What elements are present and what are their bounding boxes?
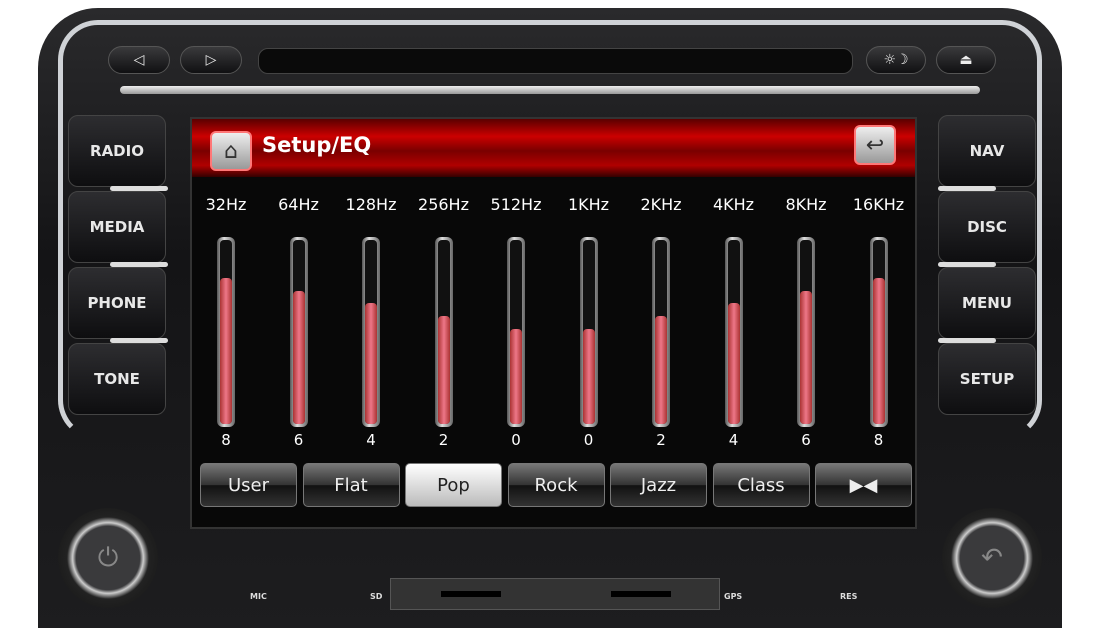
slider-track — [655, 240, 667, 424]
preset-balance-button[interactable]: ▶◀ — [815, 463, 912, 507]
slider-track — [800, 240, 812, 424]
slider-track — [437, 240, 450, 424]
button-radio[interactable]: RADIO — [68, 115, 166, 187]
band-frequency-label: 16KHz — [852, 195, 905, 214]
eject-icon: ⏏ — [959, 52, 973, 68]
touch-screen: ⌂ Setup/EQ ↩ 32Hz 8 64Hz 6 128Hz 4 256Hz 2 512Hz… — [190, 117, 917, 529]
eq-slider-128hz[interactable] — [362, 237, 380, 427]
mic-label: MIC — [250, 592, 267, 601]
eq-slider-32hz[interactable] — [217, 237, 235, 427]
button-media[interactable]: MEDIA — [68, 191, 166, 263]
slider-track — [510, 240, 522, 424]
band-frequency-label: 256Hz — [418, 195, 469, 214]
slider-track — [292, 240, 305, 424]
slider-level-fill — [510, 328, 522, 424]
slider-level-fill — [220, 278, 232, 424]
preset-rock-button[interactable]: Rock — [507, 463, 605, 507]
band-frequency-label: 8KHz — [785, 195, 827, 214]
band-frequency-label: 512Hz — [490, 195, 542, 214]
preset-jazz-button[interactable]: Jazz — [610, 463, 707, 507]
home-button[interactable]: ⌂ — [210, 131, 252, 171]
gps-label: GPS — [724, 592, 743, 601]
res-label: RES — [840, 592, 858, 601]
preset-class-button[interactable]: Class — [712, 463, 810, 507]
button-menu[interactable]: MENU — [938, 267, 1036, 339]
preset-pop-button[interactable]: Pop — [405, 463, 502, 507]
eq-slider-512hz[interactable] — [507, 237, 525, 427]
band-frequency-label: 2KHz — [640, 195, 682, 214]
button-tone[interactable]: TONE — [68, 343, 166, 415]
power-icon: ⏻ — [97, 542, 119, 573]
trim-bar — [120, 86, 980, 94]
band-value: 2 — [438, 431, 449, 449]
band-frequency-label: 32Hz — [205, 195, 247, 214]
slider-level-fill — [292, 290, 305, 424]
preset-user-button[interactable]: User — [200, 463, 297, 507]
gps-slot — [611, 591, 671, 597]
band-value: 0 — [583, 431, 594, 449]
slider-level-fill — [800, 290, 812, 424]
eq-slider-256hz[interactable] — [434, 237, 453, 427]
eq-slider-16khz[interactable] — [869, 237, 888, 427]
next-icon: ▷ — [205, 52, 217, 68]
band-frequency-label: 4KHz — [712, 195, 755, 214]
band-value: 8 — [221, 431, 231, 449]
button-setup[interactable]: SETUP — [938, 343, 1036, 415]
slider-track — [220, 240, 232, 424]
eq-slider-8khz[interactable] — [797, 237, 815, 427]
band-value: 6 — [801, 431, 811, 449]
band-value: 8 — [873, 431, 884, 449]
slider-level-fill — [655, 316, 667, 424]
slider-level-fill — [872, 278, 885, 424]
slider-track — [727, 240, 740, 424]
band-frequency-label: 64Hz — [278, 195, 319, 214]
card-slot-cover[interactable] — [390, 578, 720, 610]
back-button[interactable]: ↩ — [854, 125, 896, 165]
brightness-button[interactable]: ☼☽ — [866, 46, 926, 74]
slider-level-fill — [437, 316, 450, 424]
band-frequency-label: 128Hz — [345, 195, 397, 214]
band-frequency-label: 1KHz — [567, 195, 610, 214]
page-title: Setup/EQ — [262, 133, 372, 157]
eject-button[interactable]: ⏏ — [936, 46, 996, 74]
eq-slider-4khz[interactable] — [724, 237, 743, 427]
button-nav[interactable]: NAV — [938, 115, 1036, 187]
sd-slot — [441, 591, 501, 597]
button-disc[interactable]: DISC — [938, 191, 1036, 263]
slider-track — [365, 240, 377, 424]
eq-slider-64hz[interactable] — [289, 237, 308, 427]
slider-track — [872, 240, 885, 424]
next-button[interactable]: ▷ — [180, 46, 242, 74]
band-value: 6 — [293, 431, 304, 449]
slider-level-fill — [727, 303, 740, 424]
prev-icon: ◁ — [133, 52, 145, 68]
disc-slot — [258, 48, 853, 74]
home-icon: ⌂ — [224, 138, 238, 164]
slider-level-fill — [582, 328, 595, 424]
slider-track — [582, 240, 595, 424]
brightness-icon: ☼☽ — [883, 52, 909, 68]
preset-flat-button[interactable]: Flat — [302, 463, 400, 507]
band-value: 2 — [656, 431, 666, 449]
tune-icon: ↶ — [981, 543, 1003, 573]
slider-level-fill — [365, 303, 377, 424]
eq-slider-1khz[interactable] — [579, 237, 598, 427]
title-bar: ⌂ Setup/EQ ↩ — [192, 119, 915, 177]
band-value: 4 — [366, 431, 376, 449]
eq-slider-2khz[interactable] — [652, 237, 670, 427]
power-volume-knob[interactable]: ⏻ — [58, 508, 158, 608]
back-icon: ↩ — [865, 132, 885, 158]
band-value: 4 — [728, 431, 739, 449]
button-phone[interactable]: PHONE — [68, 267, 166, 339]
prev-button[interactable]: ◁ — [108, 46, 170, 74]
sd-label: SD — [370, 592, 383, 601]
tune-knob[interactable]: ↶ — [942, 508, 1042, 608]
band-value: 0 — [511, 431, 521, 449]
